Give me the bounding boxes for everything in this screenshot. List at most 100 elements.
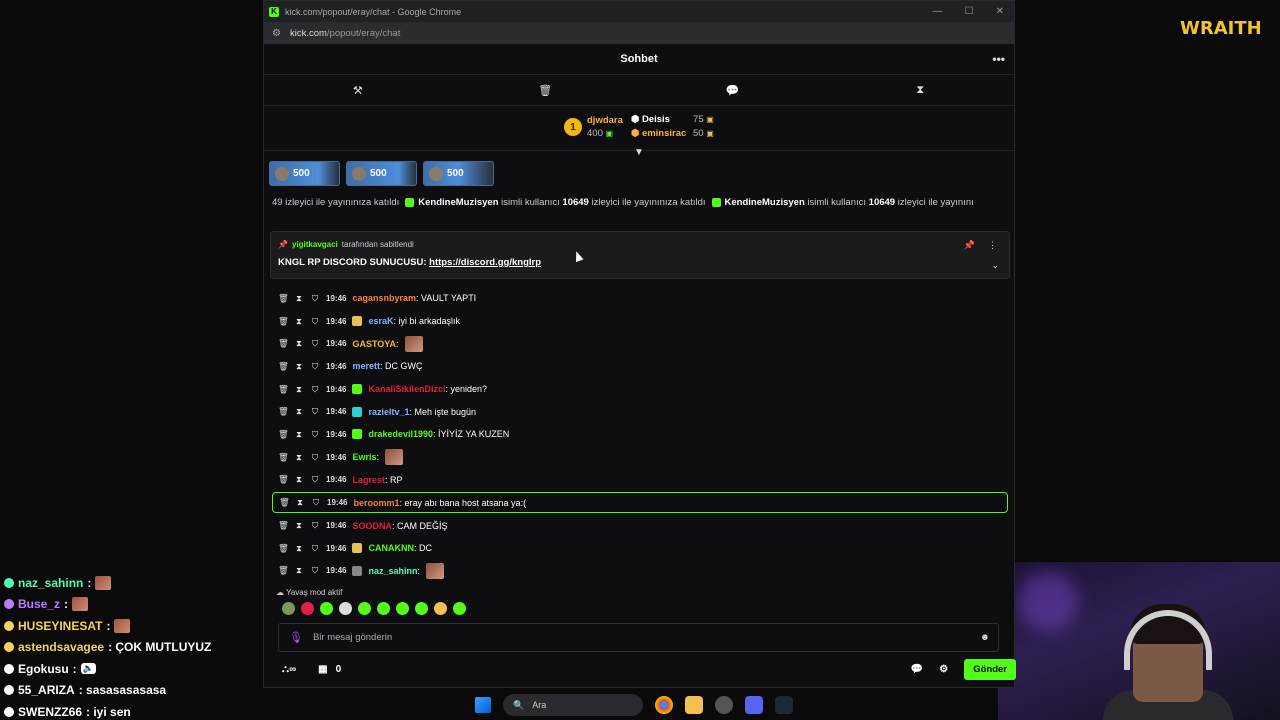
shield-icon[interactable]: ⛉ [310,316,320,327]
windows-start-icon[interactable] [475,697,491,713]
emoji-picker-icon[interactable]: ☻ [980,632,990,643]
leader-third-name[interactable]: ⬢ eminsirac [631,128,686,139]
pinned-link[interactable]: https://discord.gg/knglrp [429,257,541,268]
emote-icon[interactable] [434,602,447,615]
steam-icon[interactable] [775,696,793,714]
emote-icon[interactable] [320,602,333,615]
chat-message[interactable]: 🗑 ⧗ ⛉ 19:46 naz_sahinn: [272,560,1008,583]
message-username[interactable]: SOODNA [352,521,392,531]
taskbar-search[interactable]: 🔍 Ara [503,694,643,716]
gift-tier-1[interactable]: 500 [269,161,340,186]
gift-tier-3[interactable]: 500 [423,161,494,186]
delete-message-icon[interactable]: 🗑 [278,565,289,576]
shield-icon[interactable]: ⛉ [310,338,320,349]
message-username[interactable]: cagansnbyram [352,293,416,303]
chat-message[interactable]: 🗑 ⧗ ⛉ 19:46 beroomm1: eray abı bana host ats… [272,492,1008,514]
chat-mode-button[interactable]: 💬 [639,75,827,105]
delete-message-icon[interactable]: 🗑 [278,474,289,485]
minimize-icon[interactable]: — [933,6,943,17]
emote-icon[interactable] [415,602,428,615]
app-icon[interactable] [715,696,733,714]
message-username[interactable]: drakedevil1990 [368,429,433,439]
shield-icon[interactable]: ⛉ [310,429,320,440]
message-username[interactable]: Ewris [352,452,376,462]
timeout-icon[interactable]: ⧗ [294,338,304,349]
shield-icon[interactable]: ⛉ [310,452,320,463]
timeout-icon[interactable]: ⧗ [294,293,304,304]
chat-input[interactable]: 🎙 Bir mesaj gönderin ☻ [278,623,999,652]
message-username[interactable]: Lagrest [352,475,385,485]
message-username[interactable]: merett [352,361,380,371]
emote-icon[interactable] [282,602,295,615]
chat-message[interactable]: 🗑 ⧗ ⛉ 19:46 cagansnbyram: VAULT YAPTI [272,287,1008,310]
delete-message-icon[interactable]: 🗑 [278,429,289,440]
message-username[interactable]: razieltv_1 [368,407,409,417]
pinned-menu-icon[interactable]: ⋮ [988,240,997,251]
chat-message[interactable]: 🗑 ⧗ ⛉ 19:46 SOODNA: CAM DEĞİŞ [272,514,1008,537]
shield-icon[interactable]: ⛉ [311,497,321,508]
delete-message-icon[interactable]: 🗑 [278,520,289,531]
chat-message[interactable]: 🗑 ⧗ ⛉ 19:46 KanaliSikilenDizci: yeniden? [272,378,1008,401]
shield-icon[interactable]: ⛉ [310,293,320,304]
message-username[interactable]: GASTOYA [352,339,396,349]
shield-icon[interactable]: ⛉ [310,474,320,485]
timeout-icon[interactable]: ⧗ [294,361,304,372]
timeout-icon[interactable]: ⧗ [294,452,304,463]
pinned-by-user[interactable]: yigitkavgaci [292,240,338,249]
site-info-icon[interactable]: ⚙ [272,28,281,39]
message-username[interactable]: naz_sahinn [368,566,417,576]
chevron-down-icon[interactable]: ⌄ [991,260,999,271]
delete-message-icon[interactable]: 🗑 [279,497,290,508]
leader-second-name[interactable]: ⬢ Deisis [631,114,670,125]
slow-mode-button[interactable]: ⧗ [827,75,1015,105]
chat-message[interactable]: 🗑 ⧗ ⛉ 19:46 Ewris: [272,446,1008,469]
delete-message-icon[interactable]: 🗑 [278,293,289,304]
discord-icon[interactable] [745,696,763,714]
close-icon[interactable]: ✕ [996,6,1004,17]
store-icon[interactable]: ▦ [318,664,327,675]
chat-message[interactable]: 🗑 ⧗ ⛉ 19:46 merett: DC GWÇ [272,355,1008,378]
address-bar[interactable]: ⚙ kick.com/popout/eray/chat [264,22,1014,44]
delete-message-icon[interactable]: 🗑 [278,384,289,395]
emote-icon[interactable] [453,602,466,615]
chat-settings-bubble-icon[interactable]: 💬 [911,664,923,675]
chat-message[interactable]: 🗑 ⧗ ⛉ 19:46 esraK: iyi bi arkadaşlık [272,310,1008,333]
timeout-icon[interactable]: ⧗ [295,497,305,508]
pinned-message[interactable]: 📌 yigitkavgaci tarafından sabitlendi KNG… [270,231,1010,279]
timeout-icon[interactable]: ⧗ [294,384,304,395]
timeout-icon[interactable]: ⧗ [294,565,304,576]
timeout-icon[interactable]: ⧗ [294,316,304,327]
emote-icon[interactable] [358,602,371,615]
emote-icon[interactable] [301,602,314,615]
emote-icon[interactable] [396,602,409,615]
timeout-icon[interactable]: ⧗ [294,474,304,485]
message-username[interactable]: CANAKNN [368,543,414,553]
timeout-icon[interactable]: ⧗ [294,429,304,440]
emote-icon[interactable] [377,602,390,615]
delete-message-icon[interactable]: 🗑 [278,543,289,554]
shield-icon[interactable]: ⛉ [310,543,320,554]
more-options-icon[interactable]: ••• [992,52,1005,66]
clear-chat-button[interactable]: 🗑 [452,75,640,105]
delete-message-icon[interactable]: 🗑 [278,316,289,327]
message-username[interactable]: beroomm1 [353,498,399,508]
shield-icon[interactable]: ⛉ [310,384,320,395]
message-username[interactable]: esraK [368,316,393,326]
chrome-icon[interactable] [655,696,673,714]
chat-message[interactable]: 🗑 ⧗ ⛉ 19:46 razieltv_1: Meh işte bugün [272,400,1008,423]
chat-message[interactable]: 🗑 ⧗ ⛉ 19:46 GASTOYA: [272,332,1008,355]
chat-message[interactable]: 🗑 ⧗ ⛉ 19:46 Lagrest: RP [272,469,1008,492]
shield-icon[interactable]: ⛉ [310,565,320,576]
timeout-icon[interactable]: ⧗ [294,520,304,531]
emote-icon[interactable] [339,602,352,615]
channel-points-icon[interactable]: ⛬∞ [282,664,296,675]
message-username[interactable]: KanaliSikilenDizci [368,384,445,394]
shield-icon[interactable]: ⛉ [310,406,320,417]
delete-message-icon[interactable]: 🗑 [278,338,289,349]
unpin-icon[interactable]: 📌 [964,240,975,251]
shield-icon[interactable]: ⛉ [310,520,320,531]
send-button[interactable]: Gönder [964,659,1016,680]
gear-icon[interactable]: ⚙ [939,664,948,675]
maximize-icon[interactable]: ☐ [965,6,974,17]
delete-message-icon[interactable]: 🗑 [278,452,289,463]
